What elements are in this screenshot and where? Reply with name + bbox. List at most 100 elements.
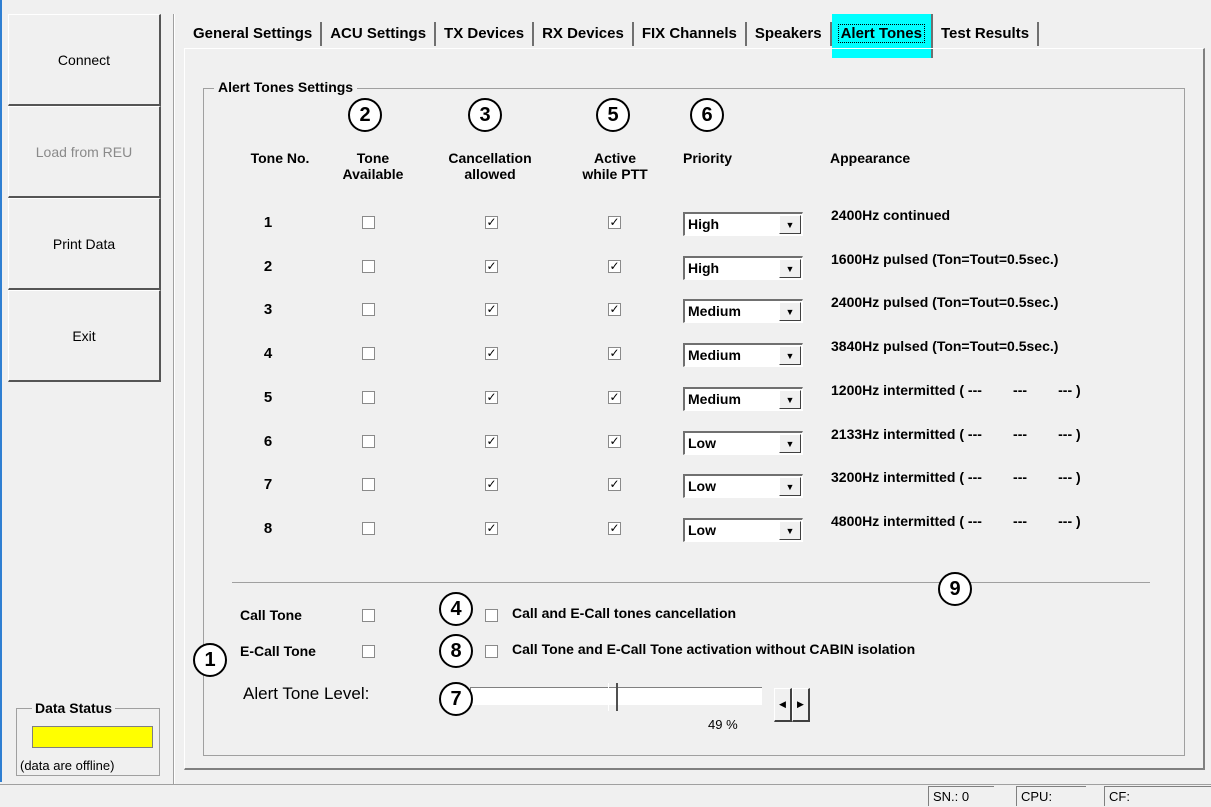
tone-available-checkbox[interactable] [362, 435, 375, 448]
tone-number: 5 [263, 389, 273, 406]
dropdown-arrow-icon[interactable]: ▼ [779, 521, 801, 540]
activation-without-isolation-checkbox[interactable] [485, 645, 498, 658]
cancellation-allowed-checkbox[interactable]: ✓ [485, 522, 498, 535]
cancellation-allowed-checkbox[interactable]: ✓ [485, 478, 498, 491]
window-left-border [0, 0, 2, 782]
alert-level-slider-thumb[interactable] [608, 683, 618, 711]
tab-acu-settings[interactable]: ACU Settings [322, 22, 437, 46]
tab-speakers[interactable]: Speakers [747, 22, 832, 46]
active-while-ptt-checkbox[interactable]: ✓ [608, 391, 621, 404]
priority-value: High [688, 216, 720, 232]
tab-fix-channels[interactable]: FIX Channels [634, 22, 747, 46]
priority-value: Medium [688, 347, 741, 363]
status-cf: CF: [1104, 786, 1211, 806]
appearance-text: 1200Hz intermitted ( --- --- --- ) [831, 382, 1081, 398]
dropdown-arrow-icon[interactable]: ▼ [779, 259, 801, 278]
dropdown-arrow-icon[interactable]: ▼ [779, 346, 801, 365]
appearance-text: 2400Hz continued [831, 207, 951, 223]
priority-select[interactable]: Medium ▼ [683, 343, 803, 367]
tone-available-checkbox[interactable] [362, 303, 375, 316]
priority-select[interactable]: High ▼ [683, 212, 803, 236]
dropdown-arrow-icon[interactable]: ▼ [779, 302, 801, 321]
tone-number: 4 [263, 345, 273, 362]
activation-without-isolation-label: Call Tone and E-Call Tone activation wit… [512, 641, 916, 657]
tone-available-checkbox[interactable] [362, 260, 375, 273]
spin-left-button[interactable]: ◀ [774, 688, 792, 722]
tab-strip: General Settings ACU Settings TX Devices… [185, 14, 1040, 58]
cancellation-allowed-checkbox[interactable]: ✓ [485, 260, 498, 273]
callout-badge-7: 7 [439, 682, 473, 716]
header-priority: Priority [683, 150, 733, 166]
priority-value: High [688, 260, 720, 276]
appearance-text: 4800Hz intermitted ( --- --- --- ) [831, 513, 1081, 529]
data-status-text: (data are offline) [20, 758, 115, 773]
dropdown-arrow-icon[interactable]: ▼ [779, 477, 801, 496]
dropdown-arrow-icon[interactable]: ▼ [779, 215, 801, 234]
tone-available-checkbox[interactable] [362, 347, 375, 360]
alert-level-label: Alert Tone Level: [243, 684, 370, 703]
dropdown-arrow-icon[interactable]: ▼ [779, 434, 801, 453]
header-tone-available: Tone Available [342, 150, 404, 182]
priority-select[interactable]: Low ▼ [683, 518, 803, 542]
tab-general-settings[interactable]: General Settings [185, 22, 323, 46]
cancellation-allowed-checkbox[interactable]: ✓ [485, 435, 498, 448]
connect-label: Connect [57, 51, 111, 68]
data-status-label: Data Status [32, 700, 116, 716]
tone-available-checkbox[interactable] [362, 391, 375, 404]
dropdown-arrow-icon[interactable]: ▼ [779, 390, 801, 409]
tab-tx-devices[interactable]: TX Devices [436, 22, 535, 46]
cancellation-allowed-checkbox[interactable]: ✓ [485, 216, 498, 229]
ecall-tone-label: E-Call Tone [240, 643, 316, 659]
exit-button[interactable]: Exit [8, 290, 161, 382]
cancellation-allowed-checkbox[interactable]: ✓ [485, 347, 498, 360]
panel-divider-highlight [174, 14, 175, 786]
priority-select[interactable]: Low ▼ [683, 474, 803, 498]
status-cpu: CPU: [1016, 786, 1086, 806]
appearance-text: 1600Hz pulsed (Ton=Tout=0.5sec.) [831, 251, 1059, 267]
active-while-ptt-checkbox[interactable]: ✓ [608, 478, 621, 491]
status-serial-number: SN.: 0 [928, 786, 994, 806]
callout-badge-2: 2 [348, 98, 382, 132]
active-while-ptt-checkbox[interactable]: ✓ [608, 522, 621, 535]
priority-select[interactable]: High ▼ [683, 256, 803, 280]
appearance-text: 2133Hz intermitted ( --- --- --- ) [831, 426, 1081, 442]
section-separator [232, 582, 1150, 583]
cancellation-allowed-checkbox[interactable]: ✓ [485, 391, 498, 404]
priority-select[interactable]: Low ▼ [683, 431, 803, 455]
ecall-tone-checkbox[interactable] [362, 645, 375, 658]
priority-value: Low [688, 435, 716, 451]
spin-right-button[interactable]: ▶ [792, 688, 810, 722]
connect-button[interactable]: Connect [8, 14, 161, 106]
load-from-reu-button[interactable]: Load from REU [8, 106, 161, 198]
active-while-ptt-checkbox[interactable]: ✓ [608, 216, 621, 229]
tone-available-checkbox[interactable] [362, 216, 375, 229]
call-cancellation-checkbox[interactable] [485, 609, 498, 622]
priority-select[interactable]: Medium ▼ [683, 387, 803, 411]
callout-badge-5: 5 [596, 98, 630, 132]
call-tone-checkbox[interactable] [362, 609, 375, 622]
cancellation-allowed-checkbox[interactable]: ✓ [485, 303, 498, 316]
data-status-indicator [32, 726, 153, 748]
active-while-ptt-checkbox[interactable]: ✓ [608, 347, 621, 360]
tab-test-results[interactable]: Test Results [933, 22, 1040, 46]
priority-select[interactable]: Medium ▼ [683, 299, 803, 323]
command-panel: Connect Load from REU Print Data Exit [8, 14, 166, 784]
active-while-ptt-checkbox[interactable]: ✓ [608, 435, 621, 448]
alert-level-percent: 49 % [708, 717, 738, 732]
call-cancellation-label: Call and E-Call tones cancellation [512, 605, 737, 621]
priority-value: Low [688, 522, 716, 538]
appearance-text: 2400Hz pulsed (Ton=Tout=0.5sec.) [831, 294, 1059, 310]
priority-value: Medium [688, 303, 741, 319]
tone-available-checkbox[interactable] [362, 478, 375, 491]
tone-number: 2 [263, 258, 273, 275]
priority-value: Medium [688, 391, 741, 407]
callout-badge-6: 6 [690, 98, 724, 132]
tone-number: 3 [263, 301, 273, 318]
print-data-label: Print Data [52, 235, 116, 252]
callout-badge-3: 3 [468, 98, 502, 132]
print-data-button[interactable]: Print Data [8, 198, 161, 290]
active-while-ptt-checkbox[interactable]: ✓ [608, 303, 621, 316]
tone-available-checkbox[interactable] [362, 522, 375, 535]
active-while-ptt-checkbox[interactable]: ✓ [608, 260, 621, 273]
tab-rx-devices[interactable]: RX Devices [534, 22, 634, 46]
